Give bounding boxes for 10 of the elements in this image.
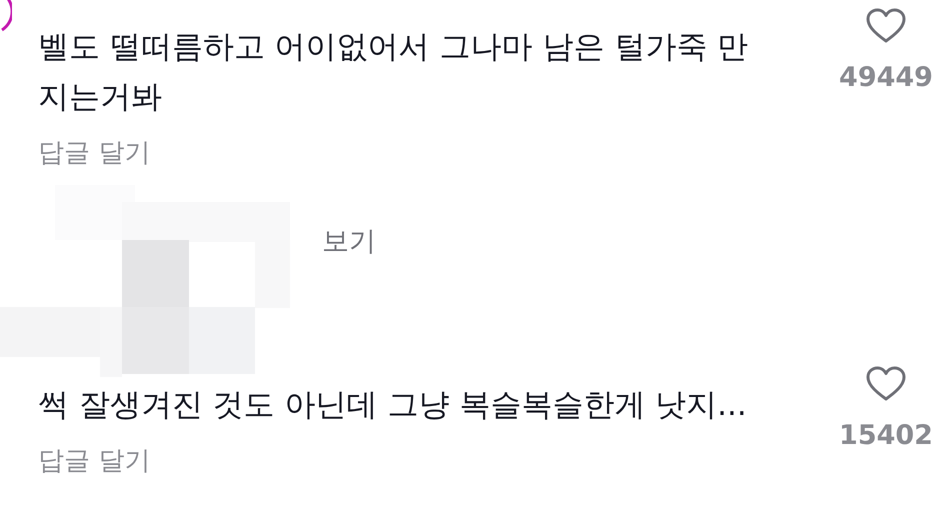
like-count: 49449 (839, 62, 933, 93)
view-more-replies-link[interactable]: 보기 (322, 223, 376, 259)
comment-text: 벨도 떨떠름하고 어이없어서 그나마 남은 털가죽 만지는거봐 (38, 28, 750, 117)
like-count: 15402 (839, 420, 933, 451)
reply-link[interactable]: 답글 달기 (38, 136, 150, 170)
reply-link[interactable]: 답글 달기 (38, 444, 150, 478)
like-button[interactable] (866, 8, 906, 44)
comment-text: 썩 잘생겨진 것도 아닌데 그냥 복슬복슬한게 낫지... (38, 386, 748, 425)
avatar-ring (1, 0, 12, 32)
like-button[interactable] (866, 366, 906, 402)
